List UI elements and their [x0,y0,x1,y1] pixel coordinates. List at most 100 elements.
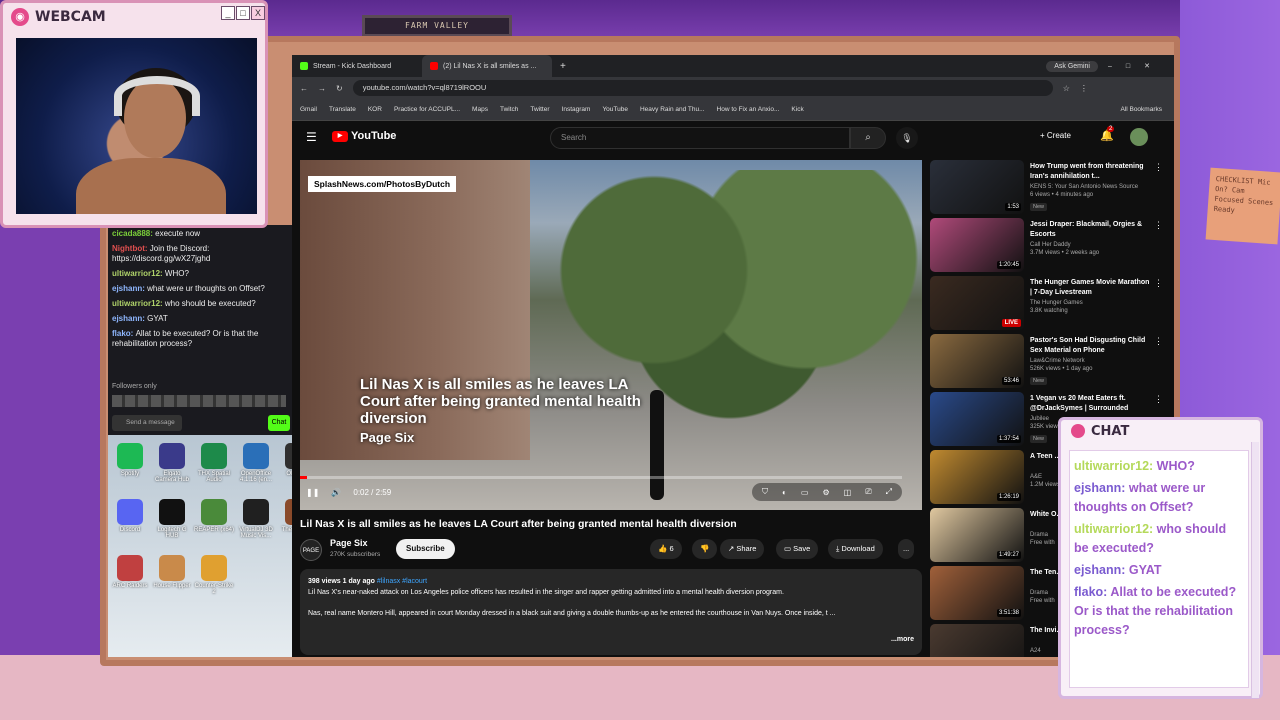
desktop-icon[interactable]: Logitech G HUB [152,499,192,539]
recommendation-thumbnail[interactable]: 3:51:38 [930,566,1024,620]
mic-icon[interactable]: 🎙 [896,127,918,149]
hamburger-menu-icon[interactable]: ☰ [306,130,317,144]
recommendation-thumbnail[interactable]: 53:46 [930,334,1024,388]
chat-username[interactable]: flako: [112,329,136,338]
like-button[interactable]: 👍 6 [650,539,682,559]
captions-icon[interactable]: ▭ [801,488,809,497]
recommendation-thumbnail[interactable]: 1:20:45 [930,218,1024,272]
show-more-link[interactable]: ...more [891,634,914,645]
channel-avatar[interactable]: PAGE SIX [300,539,322,576]
chat-username[interactable]: ultiwarrior12: [112,269,165,278]
menu-icon[interactable]: ⋮ [1080,84,1088,93]
chat-send-button[interactable]: Chat [268,415,290,431]
chat-username[interactable]: cicada888: [112,229,155,238]
pause-icon[interactable]: ❚❚ [306,488,319,497]
more-options-icon[interactable]: ⋮ [1154,394,1163,405]
video-progress-bar[interactable] [300,476,902,479]
back-icon[interactable]: ← [300,84,308,93]
channel-name[interactable]: Page Six [330,538,368,548]
recommendation-thumbnail[interactable]: 1:26:19 [930,450,1024,504]
miniplayer-icon[interactable]: ◫ [844,488,852,497]
cast-icon[interactable]: ⎚ [865,487,871,497]
more-options-icon[interactable]: ⋮ [1154,278,1163,289]
bookmark-item[interactable]: Gmail [300,106,317,113]
recommendation-thumbnail[interactable]: 4:24 [930,624,1024,657]
autoplay-toggle[interactable]: ◐ [782,488,787,497]
search-input[interactable]: Search [550,127,850,149]
recommendation-title[interactable]: The Hunger Games Movie Marathon | 7-Day … [1030,278,1152,298]
account-avatar[interactable] [1130,128,1148,146]
youtube-logo[interactable]: ▶ YouTube [332,130,396,142]
bookmark-star-icon[interactable]: ☆ [1063,84,1070,93]
notifications-bell-icon[interactable]: 🔔 2 [1100,126,1115,142]
video-player[interactable]: SplashNews.com/PhotosByDutch Lil Nas X i… [300,160,922,510]
bookmark-item[interactable]: Maps [472,106,488,113]
volume-icon[interactable]: 🔊 [331,488,341,497]
window-controls[interactable]: –□✕ [1098,62,1174,70]
more-options-icon[interactable]: ⋮ [1154,220,1163,231]
share-button[interactable]: ↗ Share [720,539,765,559]
chat-username[interactable]: ultiwarrior12: [112,299,165,308]
more-options-icon[interactable]: ⋮ [1154,336,1163,347]
chat-username[interactable]: ejshann: [112,284,147,293]
recommendation-item[interactable]: 53:46 Pastor's Son Had Disgusting Child S… [930,334,1170,388]
dislike-button[interactable]: 👎 [692,539,718,559]
close-button[interactable]: X [251,6,265,20]
bookmark-item[interactable]: Practice for ACCUPL... [394,106,460,113]
bookmark-item[interactable]: Twitch [500,106,518,113]
recommendation-thumbnail[interactable]: 1:37:54 [930,392,1024,446]
more-options-icon[interactable]: ⋮ [1154,162,1163,173]
chat-scrollbar[interactable] [1251,442,1259,698]
settings-gear-icon[interactable]: ⚙ [822,488,829,497]
chat-username[interactable]: Nightbot: [112,244,150,253]
bookmark-item[interactable]: KOR [368,106,382,113]
desktop-icon[interactable]: House Flipper [152,555,192,589]
desktop-icon[interactable]: Counter-Strike 2 [194,555,234,595]
recommendation-item[interactable]: 1:20:45 Jessi Draper: Blackmail, Orgies &… [930,218,1170,272]
more-actions-button[interactable]: ... [898,539,915,559]
desktop-icon[interactable]: OpenOffice 4.1.16 (en... [236,443,276,483]
tab-youtube-video[interactable]: (2) Lil Nas X is all smiles as ... [422,55,552,77]
bookmark-item[interactable]: Translate [329,106,356,113]
desktop-icon[interactable]: Elgato Camera Hub [152,443,192,483]
maximize-button[interactable]: □ [236,6,250,20]
bookmark-item[interactable]: YouTube [602,106,628,113]
recommendation-item[interactable]: LIVE The Hunger Games Movie Marathon | 7-… [930,276,1170,330]
bookmark-item[interactable]: Kick [791,106,803,113]
ask-gemini-button[interactable]: Ask Gemini [1046,60,1098,72]
recommendation-thumbnail[interactable]: 1:49:27 [930,508,1024,562]
download-button[interactable]: ⤓ Download [828,539,883,559]
bookmark-item[interactable]: Instagram [562,106,591,113]
video-description[interactable]: 398 views 1 day ago #lilnasx #lacourt Li… [300,569,922,655]
desktop-icon[interactable]: VirtualDJ 3D Music Vis... [236,499,276,539]
recommendation-title[interactable]: Jessi Draper: Blackmail, Orgies & Escort… [1030,220,1152,240]
create-button[interactable]: + Create [1040,131,1071,140]
hashtags[interactable]: #lilnasx #lacourt [377,578,427,585]
bookmark-item[interactable]: Heavy Rain and Thu... [640,106,705,113]
search-icon[interactable]: ⌕ [850,127,886,149]
url-input[interactable]: youtube.com/watch?v=ql8719lROOU [352,80,1053,96]
desktop-icon[interactable]: Discord [110,499,150,533]
fullscreen-icon[interactable]: ⤢ [886,487,892,497]
save-button[interactable]: ▭ Save [776,539,819,559]
all-bookmarks[interactable]: All Bookmarks [1120,106,1174,113]
subscribe-button[interactable]: Subscribe [396,539,455,559]
recommendation-title[interactable]: 1 Vegan vs 20 Meat Eaters ft. @DrJackSym… [1030,394,1152,414]
recommendation-title[interactable]: Pastor's Son Had Disgusting Child Sex Ma… [1030,336,1152,356]
desktop-icon[interactable]: REAPER (x64) [194,499,234,533]
reload-icon[interactable]: ↻ [336,84,343,93]
recommendation-title[interactable]: How Trump went from threatening Iran's a… [1030,162,1152,182]
new-tab-button[interactable]: + [552,61,574,72]
desktop-icon[interactable]: Spotify [110,443,150,477]
recommendation-item[interactable]: 1:53 How Trump went from threatening Iran… [930,160,1170,214]
bookmark-item[interactable]: How to Fix an Anxio... [717,106,780,113]
shield-icon[interactable]: ⛉ [762,487,768,497]
minimize-button[interactable]: _ [221,6,235,20]
desktop-icon[interactable]: ARC Raiders [110,555,150,589]
forward-icon[interactable]: → [318,84,326,93]
tab-kick-dashboard[interactable]: Stream - Kick Dashboard [292,55,422,77]
recommendation-thumbnail[interactable]: 1:53 [930,160,1024,214]
recommendation-thumbnail[interactable]: LIVE [930,276,1024,330]
bookmark-item[interactable]: Twitter [530,106,549,113]
desktop-icon[interactable]: THX Spatial Audio [194,443,234,483]
